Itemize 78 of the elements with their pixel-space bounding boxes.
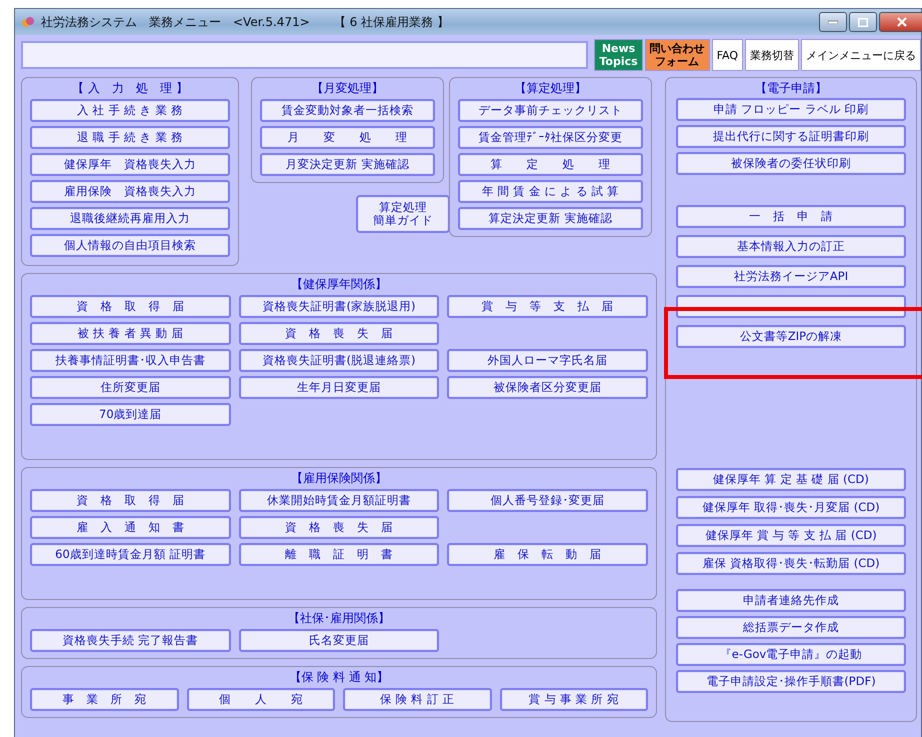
menu-button[interactable]: 雇 保 転 動 届	[447, 543, 648, 566]
menu-button[interactable]: 休業開始時賃金月額証明書	[238, 489, 440, 512]
menu-button[interactable]: 外国人ローマ字氏名届	[447, 349, 648, 372]
menu-button[interactable]: 雇 入 通 知 書	[30, 516, 231, 539]
section-title: 【月変処理】	[310, 80, 384, 95]
menu-button[interactable]: 氏名変更届	[238, 629, 440, 652]
menu-button[interactable]: 被保険者区分変更届	[447, 376, 648, 399]
menu-button[interactable]: 資格喪失証明書(脱退連絡票)	[238, 349, 440, 372]
menu-button[interactable]: 資 格 喪 失 届	[238, 516, 440, 539]
toolbar-button[interactable]: News Topics	[594, 39, 643, 71]
menu-button[interactable]: 資格喪失証明書(家族脱退用)	[238, 295, 440, 318]
section-title: 【健保厚年関係】	[290, 276, 388, 291]
menu-button[interactable]: 算定決定更新 実施確認	[458, 207, 643, 230]
menu-button[interactable]: 月変決定更新 実施確認	[260, 153, 435, 176]
menu-button[interactable]: 雇保 資格取得･喪失･転勤届 (CD)	[676, 552, 906, 575]
menu-button[interactable]: 資 格 喪 失 届	[238, 322, 440, 345]
menu-button[interactable]: 資 格 取 得 届	[30, 295, 231, 318]
menu-button[interactable]: 個人番号登録･変更届	[447, 489, 648, 512]
menu-button[interactable]: 健保厚年 取得･喪失･月変届 (CD)	[676, 496, 906, 519]
close-icon	[897, 17, 907, 27]
menu-button[interactable]: 個 人 宛	[186, 688, 335, 711]
menu-button[interactable]: 賃金管理ﾃﾞｰﾀ社保区分変更	[458, 126, 643, 149]
maximize-icon	[858, 18, 868, 26]
menu-button[interactable]: 賞 与 事 業 所 宛	[500, 688, 648, 711]
menu-button[interactable]: 『e-Gov電子申請』の起動	[676, 643, 906, 666]
menu-button[interactable]: 扶養事情証明書･収入申告書	[30, 349, 231, 372]
menu-button[interactable]: 健保厚年 賞 与 等 支 払 届 (CD)	[676, 524, 906, 547]
menu-button[interactable]: データ事前チェックリスト	[458, 99, 643, 122]
window-title: 社労法務システム 業務メニュー <Ver.5.471> 【 6 社保雇用業務 】	[41, 14, 449, 30]
menu-button[interactable]: 算 定 処 理	[458, 153, 643, 176]
menu-button[interactable]: 年 間 賃 金 に よ る 試 算	[458, 180, 643, 203]
menu-button[interactable]: 総括票データ作成	[676, 616, 906, 639]
menu-button[interactable]: 月 変 処 理	[260, 126, 435, 149]
menu-button[interactable]: 60歳到達時賃金月額 証明書	[30, 543, 231, 566]
menu-button[interactable]: 保 険 料 訂 正	[343, 688, 492, 711]
section-title: 【社保･雇用関係】	[287, 610, 391, 625]
menu-button[interactable]: 事 業 所 宛	[30, 688, 178, 711]
toolbar-button[interactable]: 問い合わせ フォーム	[644, 39, 710, 71]
menu-button[interactable]: 賞 与 等 支 払 届	[447, 295, 648, 318]
menu-button[interactable]: 被保険者の委任状印刷	[676, 152, 906, 175]
menu-button[interactable]: 個人情報の自由項目検索	[30, 234, 230, 257]
minimize-icon	[828, 20, 838, 24]
menu-button[interactable]: 退 職 手 続 き 業 務	[30, 126, 230, 149]
maximize-button[interactable]	[849, 12, 877, 32]
menu-button[interactable]: 健保厚年 算 定 基 礎 届 (CD)	[676, 468, 906, 491]
menu-button[interactable]: 電子申請設定･操作手順書(PDF)	[676, 670, 906, 693]
section-title: 【保 険 料 通 知】	[288, 669, 390, 684]
menu-button[interactable]: 賃金変動対象者一括検索	[260, 99, 435, 122]
menu-button[interactable]: 退職後継続再雇用入力	[30, 207, 230, 230]
close-button[interactable]	[879, 12, 922, 32]
menu-button[interactable]: 健保厚年 資格喪失入力	[30, 153, 230, 176]
menu-button[interactable]: 資 格 取 得 届	[30, 489, 231, 512]
menu-button[interactable]: 住所変更届	[30, 376, 231, 399]
toolbar-button[interactable]: 業務切替	[745, 39, 799, 71]
menu-button[interactable]: 雇用保険 資格喪失入力	[30, 180, 230, 203]
menu-button[interactable]: 被 扶 養 者 異 動 届	[30, 322, 231, 345]
menu-button[interactable]: 生年月日変更届	[238, 376, 440, 399]
menu-button[interactable]: 公文書等ZIPの解凍	[676, 325, 906, 348]
toolbar-button[interactable]: メインメニューに戻る	[801, 39, 921, 71]
section-title: 【算定処理】	[514, 80, 588, 95]
minimize-button[interactable]	[819, 12, 847, 32]
menu-button[interactable]: 提出代行に関する証明書印刷	[676, 125, 906, 148]
menu-button[interactable]: 資格喪失手続 完了報告書	[30, 629, 231, 652]
menu-button[interactable]: 基本情報入力の訂正	[676, 235, 906, 258]
section-title: 【雇用保険関係】	[290, 470, 388, 485]
app-logo-icon	[21, 15, 35, 29]
section-title: 【 入 力 処 理 】	[71, 80, 189, 95]
toolbar-button[interactable]: FAQ	[712, 39, 743, 71]
guide-button[interactable]: 算定処理 簡単ガイド	[356, 195, 450, 233]
section-title: 【電子申請】	[754, 80, 828, 95]
menu-button[interactable]: 社労法務イージアAPI	[676, 265, 906, 288]
message-field[interactable]	[21, 41, 588, 69]
menu-button[interactable]: 申請 フロッピー ラベル 印刷	[676, 98, 906, 121]
menu-button[interactable]: 入 社 手 続 き 業 務	[30, 99, 230, 122]
menu-button[interactable]: 離 職 証 明 書	[238, 543, 440, 566]
menu-button[interactable]: 一 括 申 請	[676, 205, 906, 228]
menu-button[interactable]: 70歳到達届	[30, 403, 231, 426]
menu-button[interactable]: 申請者連絡先作成	[676, 589, 906, 612]
